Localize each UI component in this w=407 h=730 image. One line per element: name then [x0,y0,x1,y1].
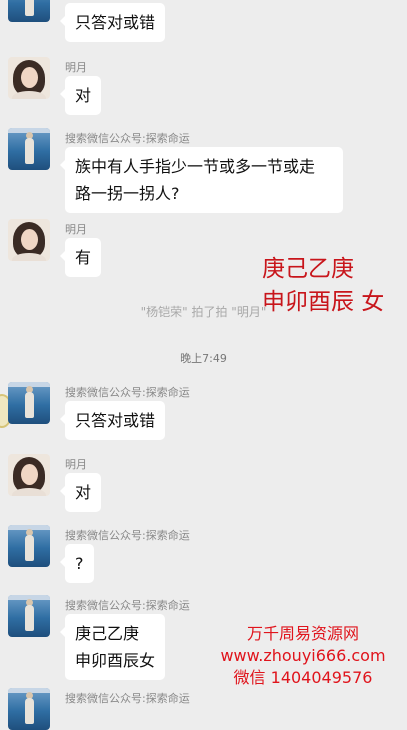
bot-avatar[interactable] [8,595,50,637]
message-line: 庚己乙庚 [75,624,140,643]
sender-name: 搜索微信公众号:探索命运 [65,599,190,612]
user-avatar[interactable] [8,454,50,496]
message-line: 族中有人手指少一节或多一节或走 [75,157,316,176]
message-bubble[interactable]: 只答对或错 [59,401,166,440]
message-text: 对 [75,86,92,105]
user-avatar[interactable] [8,219,50,261]
sender-name: 明月 [65,61,87,74]
message-bubble[interactable]: 对 [59,76,102,115]
message-bubble[interactable]: 庚己乙庚 申卯酉辰女 [59,614,166,680]
message-text: 只答对或错 [75,13,156,32]
message-text: 有 [75,248,92,267]
message-bubble[interactable]: 对 [59,473,102,512]
overlay-line: 庚己乙庚 [262,256,354,282]
bot-avatar[interactable] [8,382,50,424]
sender-name: 搜索微信公众号:探索命运 [65,132,190,145]
user-avatar[interactable] [8,57,50,99]
message-bubble[interactable]: 族中有人手指少一节或多一节或走 路一拐一拐人? [60,147,343,213]
watermark: 万千周易资源网 www.zhouyi666.com 微信 1404049576 [208,623,398,689]
bot-avatar[interactable] [8,0,50,22]
message-line: 路一拐一拐人? [75,184,180,203]
bazi-overlay-annotation: 庚己乙庚 申卯酉辰 女 [262,253,384,319]
bot-avatar[interactable] [8,688,50,730]
message-bubble[interactable]: 有 [59,238,102,277]
message-line: 申卯酉辰女 [75,651,156,670]
bot-avatar[interactable] [8,128,50,170]
timestamp: 晚上7:49 [180,352,227,365]
sender-name: 明月 [65,458,87,471]
overlay-line: 申卯酉辰 女 [262,289,385,315]
watermark-line: 万千周易资源网 [246,624,359,643]
message-text: 对 [75,483,92,502]
message-bubble[interactable]: 只答对或错 [59,3,166,42]
watermark-line: www.zhouyi666.com [220,646,386,665]
sender-name: 搜索微信公众号:探索命运 [65,529,190,542]
message-text: 只答对或错 [75,411,156,430]
sender-name: 明月 [65,223,87,236]
message-text: ? [75,554,84,573]
sender-name: 搜索微信公众号:探索命运 [65,692,190,705]
message-bubble[interactable]: ? [60,544,94,583]
sender-name: 搜索微信公众号:探索命运 [65,386,190,399]
bot-avatar[interactable] [8,525,50,567]
watermark-line: 微信 1404049576 [233,668,373,687]
